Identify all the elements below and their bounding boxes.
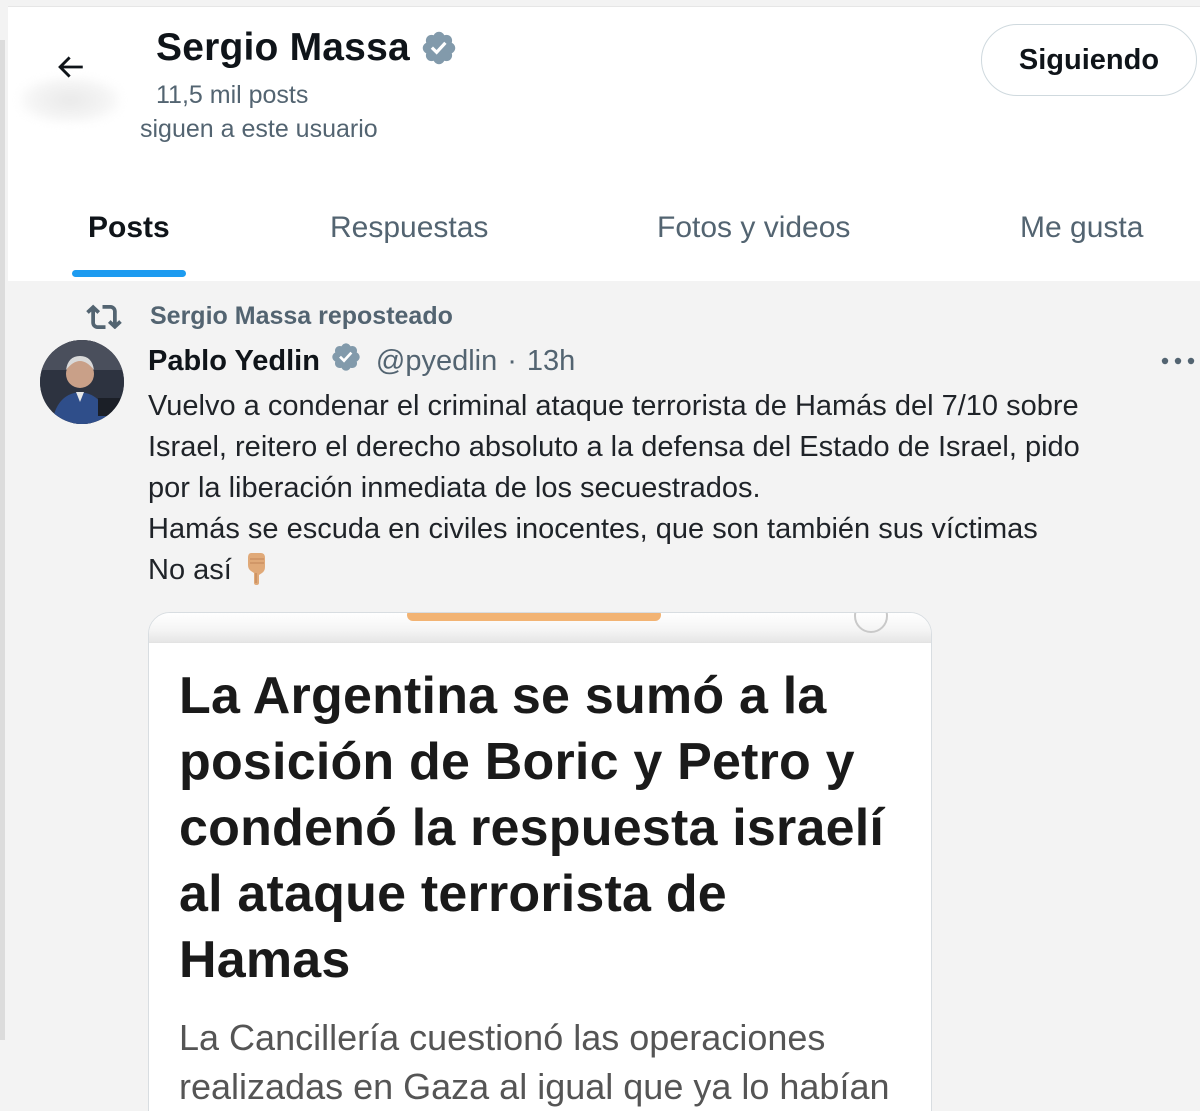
media-attachment[interactable]: La Argentina se sumó a la posición de Bo… xyxy=(148,612,932,1111)
avatar[interactable] xyxy=(40,340,124,424)
post-text-line-last: No así xyxy=(148,550,1188,597)
author-handle[interactable]: @pyedlin xyxy=(376,345,497,378)
profile-tabs: Posts Respuestas Fotos y videos Me gusta xyxy=(8,192,1200,282)
verified-badge-icon xyxy=(330,341,362,381)
tab-replies[interactable]: Respuestas xyxy=(330,192,488,282)
post-count: 11,5 mil posts xyxy=(156,81,309,109)
active-tab-indicator xyxy=(72,270,186,277)
repost-label[interactable]: Sergio Massa reposteado xyxy=(150,302,453,331)
post-text-line: No así xyxy=(148,554,232,586)
screenshot-frame: Sergio Massa 11,5 mil posts siguen a est… xyxy=(0,0,1200,1111)
post-text-line: Hamás se escuda en civiles inocentes, qu… xyxy=(148,513,1038,545)
tab-likes[interactable]: Me gusta xyxy=(1020,192,1143,282)
headline-line: La Argentina se sumó a la xyxy=(179,667,827,725)
tab-posts[interactable]: Posts xyxy=(88,192,170,282)
verified-badge-icon xyxy=(420,29,458,67)
headline-line: condenó la respuesta israelí xyxy=(179,799,884,857)
post-text-line: Vuelvo a condenar el criminal ataque ter… xyxy=(148,390,1079,422)
headline-line: posición de Boric y Petro y xyxy=(179,733,855,791)
profile-name-row: Sergio Massa xyxy=(156,23,458,73)
window-edge xyxy=(0,40,5,1040)
post-text: Vuelvo a condenar el criminal ataque ter… xyxy=(148,386,1188,597)
following-button[interactable]: Siguiendo xyxy=(981,24,1197,96)
logo-fragment xyxy=(407,613,661,621)
author-name[interactable]: Pablo Yedlin xyxy=(148,345,320,378)
back-button[interactable] xyxy=(44,43,96,95)
back-arrow-icon xyxy=(53,50,87,89)
profile-name: Sergio Massa xyxy=(156,26,410,69)
headline-line: Hamas xyxy=(179,931,351,989)
media-top-edge xyxy=(149,613,931,643)
repost-context: Sergio Massa reposteado xyxy=(86,298,453,334)
meta-separator: · xyxy=(507,344,517,377)
more-options-button[interactable] xyxy=(1158,346,1198,378)
post-text-line: por la liberación inmediata de los secue… xyxy=(148,472,761,504)
circle-fragment xyxy=(854,613,888,633)
post-author-row: Pablo Yedlin @pyedlin · 13h xyxy=(148,340,575,382)
subhead-line: realizadas en Gaza al igual que ya lo ha… xyxy=(179,1066,890,1107)
headline-line: al ataque terrorista de xyxy=(179,865,727,923)
post-text-line: Israel, reitero el derecho absoluto a la… xyxy=(148,431,1080,463)
pointing-down-emoji xyxy=(242,551,270,597)
repost-icon xyxy=(86,299,122,334)
profile-header: Sergio Massa 11,5 mil posts siguen a est… xyxy=(8,6,1200,281)
article-subhead: La Cancillería cuestionó las operaciones… xyxy=(179,1013,929,1111)
followers-note: siguen a este usuario xyxy=(140,115,378,143)
post-timestamp[interactable]: 13h xyxy=(527,345,575,378)
tab-media[interactable]: Fotos y videos xyxy=(657,192,850,282)
article-headline: La Argentina se sumó a la posición de Bo… xyxy=(179,663,919,993)
subhead-line: La Cancillería cuestionó las operaciones xyxy=(179,1017,826,1058)
more-icon xyxy=(1160,353,1196,371)
